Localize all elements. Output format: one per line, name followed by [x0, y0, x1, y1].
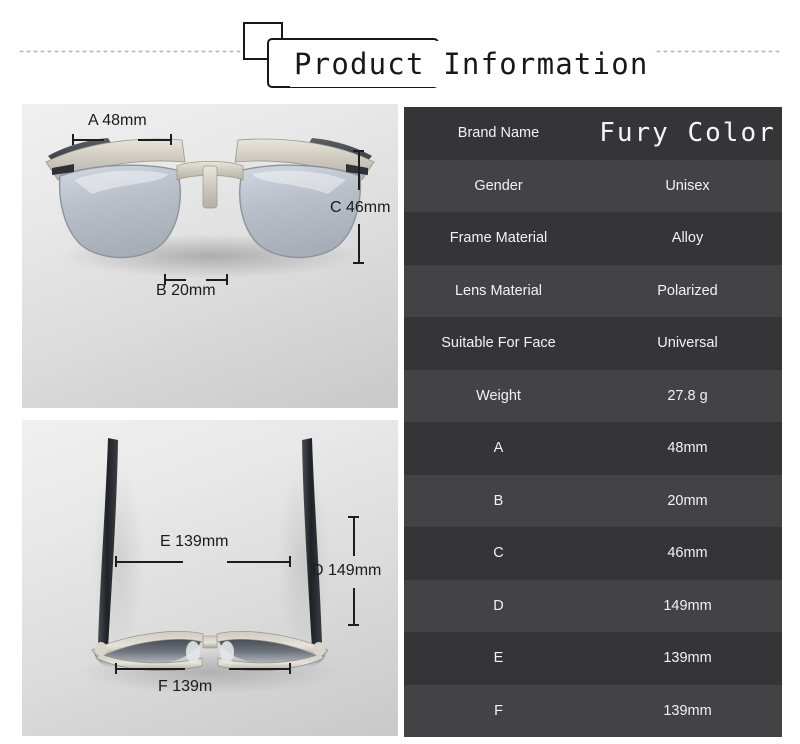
specification-table: Brand Name Fury Color Gender Unisex Fram…	[404, 107, 782, 737]
spec-key: A	[493, 440, 504, 457]
dimension-label-c: C 46mm	[330, 199, 391, 216]
spec-key: B	[493, 492, 504, 509]
table-row: Brand Name Fury Color	[404, 107, 782, 160]
page-title: Product Information	[290, 41, 653, 87]
spec-key: C	[493, 545, 504, 562]
specification-table-body: Brand Name Fury Color Gender Unisex Fram…	[404, 107, 782, 737]
spec-key: Lens Material	[454, 282, 543, 299]
spec-key: Suitable For Face	[441, 335, 556, 352]
product-top-view-panel: E 139mm F 139m D 149mm	[22, 420, 398, 736]
table-row: Weight 27.8 g	[404, 369, 782, 422]
spec-value: Unisex	[665, 177, 710, 194]
spec-key: D	[493, 597, 504, 614]
spec-value: 46mm	[667, 545, 708, 562]
table-row: Suitable For Face Universal	[404, 317, 782, 370]
table-row: F 139mm	[404, 684, 782, 737]
dimension-line-e	[115, 556, 291, 567]
spec-value: 48mm	[667, 440, 708, 457]
dimension-label-e: E 139mm	[160, 533, 229, 550]
spec-value: 149mm	[663, 597, 712, 614]
table-row: E 139mm	[404, 632, 782, 685]
table-row: B 20mm	[404, 474, 782, 527]
spec-value: 20mm	[667, 492, 708, 509]
product-information-page: Product Information A 48mm B 20mm C 46mm…	[0, 0, 800, 744]
sunglasses-front-view-image	[45, 138, 375, 278]
spec-key: F	[494, 702, 503, 719]
table-row: Lens Material Polarized	[404, 264, 782, 317]
product-front-view-panel: A 48mm B 20mm C 46mm	[22, 104, 398, 408]
dimension-label-a: A 48mm	[88, 112, 147, 129]
brand-name-value: Fury Color	[599, 118, 776, 149]
page-header: Product Information	[0, 0, 800, 100]
spec-key: Brand Name	[457, 125, 540, 142]
dimension-line-f	[115, 663, 291, 674]
spec-key: Gender	[474, 177, 523, 194]
table-row: D 149mm	[404, 579, 782, 632]
spec-value: 27.8 g	[667, 387, 708, 404]
spec-value: Universal	[657, 335, 718, 352]
dimension-label-f: F 139m	[158, 678, 213, 695]
dimension-label-b: B 20mm	[156, 282, 216, 299]
table-row: Gender Unisex	[404, 159, 782, 212]
spec-value: Polarized	[657, 282, 718, 299]
table-row: Frame Material Alloy	[404, 212, 782, 265]
spec-key: Weight	[476, 387, 521, 404]
dimension-label-d: D 149mm	[312, 562, 382, 579]
table-row: C 46mm	[404, 527, 782, 580]
spec-value: 139mm	[663, 702, 712, 719]
dimension-line-a	[72, 134, 172, 145]
spec-value: 139mm	[663, 650, 712, 667]
spec-value: Alloy	[671, 230, 704, 247]
table-row: A 48mm	[404, 422, 782, 475]
spec-key: Frame Material	[449, 230, 548, 247]
spec-key: E	[493, 650, 504, 667]
